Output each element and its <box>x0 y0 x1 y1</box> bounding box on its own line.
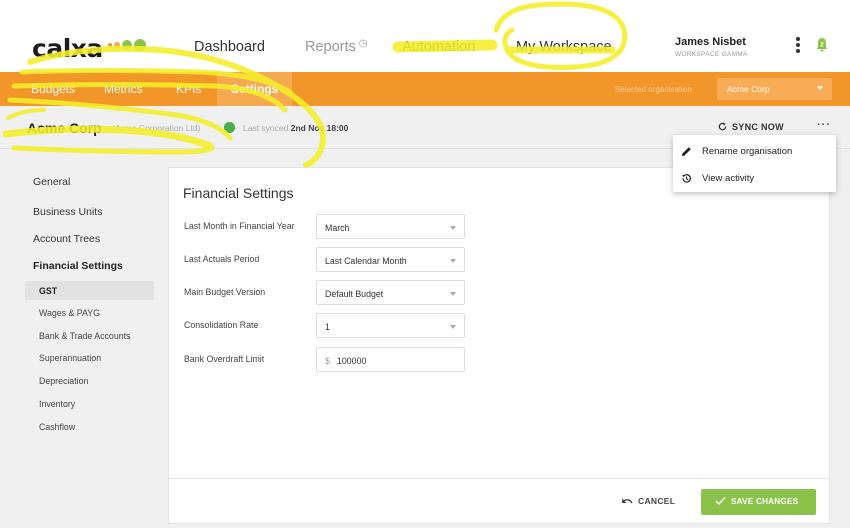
tab-metrics[interactable]: Metrics <box>104 82 143 96</box>
content-area: General Business Units Account Trees Fin… <box>0 149 850 528</box>
selected-org-label: Selected organisation <box>615 85 692 94</box>
tab-settings[interactable]: Settings <box>217 72 293 106</box>
undo-icon <box>622 498 633 504</box>
consolidation-rate-select[interactable]: 1 <box>316 313 465 338</box>
logo-dots <box>108 39 146 51</box>
field-label: Last Actuals Period <box>184 254 260 264</box>
form-footer: CANCEL SAVE CHANGES <box>169 478 829 524</box>
sidebar-subitem-cashflow[interactable]: Cashflow <box>39 422 75 432</box>
org-options-menu: Rename organisation View activity <box>673 135 836 192</box>
org-selector[interactable]: Acme Corp <box>717 78 832 100</box>
save-changes-button[interactable]: SAVE CHANGES <box>701 489 816 515</box>
last-synced-time: 2nd Nov 18:00 <box>290 123 349 133</box>
currency-prefix: $ <box>325 356 330 366</box>
sidebar-subitem-bank-trade-accounts[interactable]: Bank & Trade Accounts <box>39 331 130 341</box>
field-value: 1 <box>325 322 330 332</box>
xero-icon <box>224 122 235 133</box>
logo-dot <box>114 42 120 48</box>
cancel-button[interactable]: CANCEL <box>621 496 675 506</box>
last-actuals-select[interactable]: Last Calendar Month <box>316 247 465 272</box>
chevron-down-icon <box>450 226 456 230</box>
more-options-button[interactable]: ··· <box>817 119 831 131</box>
sync-now-label: SYNC NOW <box>732 122 784 132</box>
history-icon <box>681 174 691 183</box>
sidebar-subitem-depreciation[interactable]: Depreciation <box>39 376 88 386</box>
overdraft-limit-input[interactable]: $ 100000 <box>316 347 465 372</box>
tab-budgets[interactable]: Budgets <box>31 82 75 96</box>
kebab-menu-icon[interactable] <box>793 37 803 57</box>
user-workspace: WORKSPACE GAMMA <box>675 51 748 58</box>
tab-kpis[interactable]: KPIs <box>176 82 201 96</box>
sync-now-button[interactable]: SYNC NOW <box>718 122 784 132</box>
clock-icon: ◷ <box>358 38 368 49</box>
chevron-down-icon <box>450 325 456 329</box>
sidebar-subitem-superannuation[interactable]: Superannuation <box>39 353 101 363</box>
pencil-icon <box>681 147 691 157</box>
refresh-icon <box>718 122 727 131</box>
sidebar-item-financial-settings[interactable]: Financial Settings <box>33 260 123 272</box>
field-label: Last Month in Financial Year <box>184 221 295 231</box>
org-legal-name: (Acme Corporation Ltd) <box>112 123 201 133</box>
logo-dot <box>122 40 132 50</box>
save-changes-label: SAVE CHANGES <box>731 497 799 506</box>
top-header: calxa Dashboard Reports ◷ Automation My W… <box>0 0 850 72</box>
field-value: Default Budget <box>325 289 384 299</box>
logo-dot <box>108 43 112 47</box>
last-synced-prefix: Last synced <box>243 123 289 133</box>
calxa-logo[interactable]: calxa <box>32 34 103 63</box>
org-selector-value: Acme Corp <box>727 84 770 94</box>
cancel-label: CANCEL <box>638 496 676 506</box>
menu-item-view-activity[interactable]: View activity <box>673 165 836 191</box>
sidebar-subitem-wages-payg[interactable]: Wages & PAYG <box>39 308 100 318</box>
field-label: Consolidation Rate <box>184 320 259 330</box>
menu-item-label: View activity <box>702 173 755 184</box>
menu-item-label: Rename organisation <box>702 146 793 157</box>
chevron-down-icon <box>817 86 823 90</box>
nav-reports[interactable]: Reports ◷ <box>305 38 368 55</box>
field-value: 100000 <box>337 356 367 366</box>
last-month-select[interactable]: March <box>316 214 465 239</box>
financial-settings-card: Financial Settings Last Month in Financi… <box>168 167 830 524</box>
last-synced: Last synced 2nd Nov 18:00 <box>243 123 348 133</box>
main-budget-select[interactable]: Default Budget <box>316 280 465 305</box>
sub-navigation: Budgets Metrics KPIs Settings Selected o… <box>0 72 850 106</box>
sidebar-subitem-inventory[interactable]: Inventory <box>39 399 75 409</box>
field-value: Last Calendar Month <box>325 256 407 266</box>
nav-dashboard[interactable]: Dashboard <box>194 39 265 55</box>
field-label: Main Budget Version <box>184 287 266 297</box>
nav-reports-label: Reports <box>305 39 356 55</box>
menu-item-rename-organisation[interactable]: Rename organisation <box>673 138 836 164</box>
sidebar-item-general[interactable]: General <box>33 176 70 188</box>
nav-my-workspace[interactable]: My Workspace <box>516 39 612 55</box>
sidebar-item-business-units[interactable]: Business Units <box>33 206 102 218</box>
form-title: Financial Settings <box>183 185 294 201</box>
user-name[interactable]: James Nisbet <box>675 36 746 48</box>
notification-bell-icon[interactable]: 2 <box>815 37 829 58</box>
field-value: March <box>325 223 350 233</box>
sidebar-subitem-gst[interactable]: GST <box>39 286 57 296</box>
settings-sidebar: General Business Units Account Trees Fin… <box>0 149 160 528</box>
logo-dot <box>134 39 146 51</box>
sidebar-item-account-trees[interactable]: Account Trees <box>33 233 100 245</box>
field-label: Bank Overdraft Limit <box>184 354 265 364</box>
nav-automation[interactable]: Automation <box>402 39 475 55</box>
check-icon <box>715 497 726 506</box>
org-title: Acme Corp <box>27 120 102 136</box>
chevron-down-icon <box>450 259 456 263</box>
chevron-down-icon <box>450 292 456 296</box>
